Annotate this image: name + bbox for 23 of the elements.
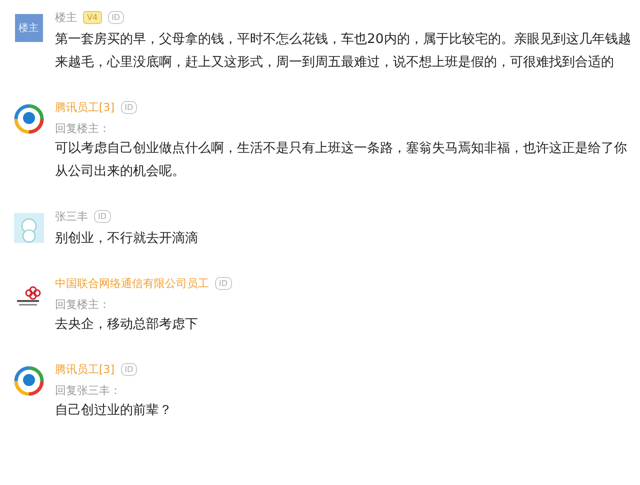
id-badge: ID: [108, 10, 124, 24]
id-badge: ID: [94, 210, 111, 222]
reply-label: 回复张三丰：: [55, 383, 122, 399]
reply-label: 回复楼主：: [55, 297, 111, 313]
comment-text: 可以考虑自己创业做点什么啊，生活不是只有上班这一条路，塞翁失马焉知非福，也许这正是给了你从公司出来的机会呢。: [55, 140, 628, 181]
snowman-avatar-icon: [14, 213, 44, 243]
username[interactable]: 张三丰: [55, 208, 88, 224]
id-badge: ID: [120, 100, 138, 114]
username[interactable]: 楼主: [55, 10, 77, 24]
level-badge: V4: [83, 10, 102, 24]
id-badge: ID: [120, 362, 138, 376]
reply-label: 回复楼主：: [55, 121, 111, 137]
username[interactable]: 腾讯员工[3]: [55, 362, 115, 376]
comment-text: 第一套房买的早，父母拿的钱，平时不怎么花钱，车也20内的，属于比较宅的。亲眼见到这几年钱越来越毛，心里没底啊，赶上又这形式，周一到周五最难过，说不想上班是假的，可很难找到合适的: [55, 31, 632, 72]
logo-avatar-icon: [14, 366, 44, 396]
comment-text: 自己创过业的前辈？: [55, 402, 173, 420]
id-badge: ID: [215, 276, 232, 290]
avatar: 楼主: [14, 14, 42, 42]
logo-avatar-icon: [14, 104, 44, 134]
comment-text: 别创业，不行就去开滴滴: [55, 230, 199, 248]
username[interactable]: 腾讯员工[3]: [55, 100, 115, 114]
username[interactable]: 中国联合网络通信有限公司员工: [55, 276, 209, 290]
comment-text: 去央企，移动总部考虑下: [55, 316, 199, 334]
